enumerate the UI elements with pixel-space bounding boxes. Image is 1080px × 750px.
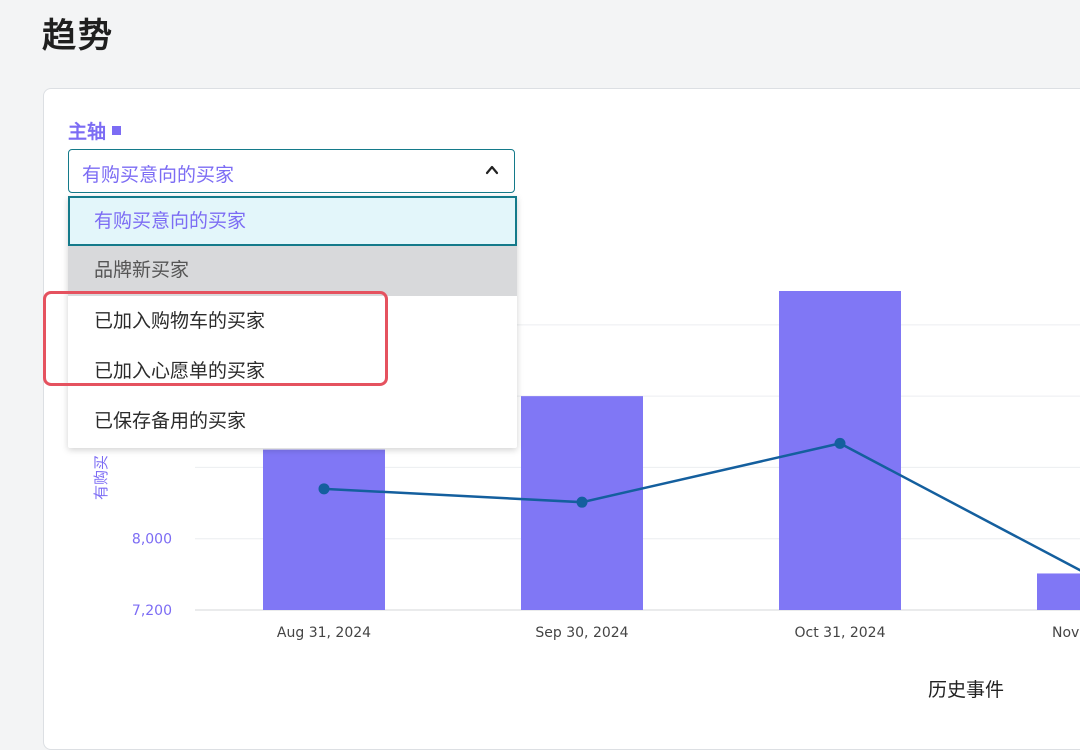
option-saved-for-later-buyers[interactable]: 已保存备用的买家: [68, 397, 517, 447]
y-tick-label: 8,000: [132, 532, 172, 548]
chevron-up-icon: [484, 162, 500, 178]
bar: [263, 450, 385, 610]
x-tick-label: Oct 31, 2024: [795, 625, 886, 641]
primary-axis-label-text: 主轴: [68, 121, 106, 143]
x-tick-label: Nov: [1052, 625, 1079, 641]
line-point: [835, 438, 846, 449]
bar: [779, 291, 901, 610]
metric-select[interactable]: 有购买意向的买家: [68, 149, 515, 193]
chart-line: [319, 438, 1080, 585]
option-purchase-intent-buyers[interactable]: 有购买意向的买家: [68, 196, 517, 246]
x-axis-title: 历史事件: [928, 679, 1004, 701]
bar: [1037, 573, 1080, 610]
chart-y-ticks: 7,200 8,000: [132, 532, 172, 619]
chart-x-ticks: Aug 31, 2024 Sep 30, 2024 Oct 31, 2024 Nov: [277, 625, 1079, 641]
y-axis-title: 有购买: [92, 455, 110, 500]
axis-color-swatch: [112, 126, 121, 135]
trend-line: [324, 443, 1080, 579]
x-tick-label: Sep 30, 2024: [535, 625, 628, 641]
metric-select-value: 有购买意向的买家: [82, 160, 234, 187]
line-point: [577, 497, 588, 508]
primary-axis-label: 主轴: [68, 117, 121, 144]
option-brand-new-buyers[interactable]: 品牌新买家: [68, 246, 517, 296]
annotation-highlight-box: [43, 291, 388, 386]
x-tick-label: Aug 31, 2024: [277, 625, 371, 641]
y-tick-label: 7,200: [132, 603, 172, 619]
line-point: [319, 483, 330, 494]
